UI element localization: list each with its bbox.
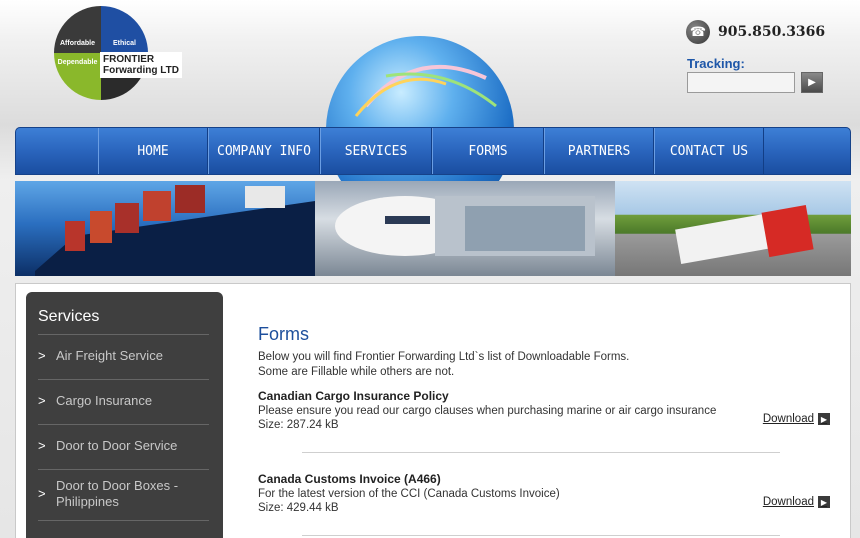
logo-name-line1: FRONTIER [103,54,155,65]
logo-quadrant-dependable: Dependable [54,53,101,100]
nav-forms[interactable]: FORMS [432,128,544,174]
download-arrow-icon[interactable]: ▶ [818,413,830,425]
sidebar-divider [38,424,209,425]
tracking-input[interactable] [687,72,795,93]
company-logo[interactable]: Affordable Ethical Dependable FRONTIER F… [54,6,182,101]
logo-quadrant-ethical: Ethical [101,6,148,53]
logo-name-line2: Forwarding LTD [103,65,179,76]
form-size: Size: 287.24 kB [258,419,339,431]
download-arrow-icon[interactable]: ▶ [818,496,830,508]
banner-container-ship [15,181,315,276]
page-title: Forms [258,324,309,344]
chevron-right-icon: > [38,393,46,408]
chevron-right-icon: > [38,348,46,363]
sidebar-item-door-to-door[interactable]: > Door to Door Service [38,438,208,456]
form-description: Please ensure you read our cargo clauses… [258,405,717,417]
logo-quadrant-affordable: Affordable [54,6,101,53]
sidebar-divider [38,334,209,335]
chevron-right-icon: > [38,438,46,453]
nav-company-info[interactable]: COMPANY INFO [208,128,320,174]
download-link[interactable]: Download ▶ [763,413,830,425]
sidebar-item-label: Door to Door Boxes - Philippines [56,478,179,509]
sidebar-item-label: Cargo Insurance [56,393,153,408]
logo-company-name: FRONTIER Forwarding LTD [100,52,182,78]
chevron-right-icon: > [38,486,46,501]
sidebar-item-air-freight[interactable]: > Air Freight Service [38,348,208,366]
banner-truck [615,181,851,276]
form-size: Size: 429.44 kB [258,502,339,514]
sidebar-divider [38,379,209,380]
intro-line: Some are Fillable while others are not. [258,366,455,378]
phone-contact: ☎ 905.850.3366 [686,20,825,44]
sidebar-item-cargo-insurance[interactable]: > Cargo Insurance [38,393,208,411]
nav-services[interactable]: SERVICES [320,128,432,174]
banner-airplane [315,181,615,276]
globe-routes-graphic [354,64,497,117]
tracking-submit-button[interactable]: ▶ [801,72,823,93]
form-divider [302,452,780,453]
tracking-label: Tracking: [687,56,745,71]
play-arrow-icon: ▶ [808,77,816,88]
download-label: Download [762,413,814,425]
ship-graphic [35,185,315,276]
nav-contact-us[interactable]: CONTACT US [654,128,764,174]
sidebar-title: Services [38,308,100,325]
form-description: For the latest version of the CCI (Canad… [258,488,560,500]
sidebar-item-door-to-door-boxes[interactable]: > Door to Door Boxes - Philippines [38,478,208,512]
nav-partners[interactable]: PARTNERS [544,128,654,174]
sidebar-item-label: Air Freight Service [56,348,163,363]
download-label: Download [762,496,814,508]
hero-banner [15,181,851,276]
phone-icon: ☎ [686,20,710,44]
sidebar-divider [38,469,209,470]
form-title: Canadian Cargo Insurance Policy [258,389,449,403]
intro-line: Below you will find Frontier Forwarding … [258,351,630,363]
form-entry: Canadian Cargo Insurance Policy Please e… [258,389,830,431]
form-divider [302,535,780,536]
truck-graphic [675,204,814,265]
sidebar-item-label: Door to Door Service [56,438,178,453]
form-entry: Canada Customs Invoice (A466) For the la… [258,472,830,514]
form-title: Canada Customs Invoice (A466) [258,472,441,486]
nav-home[interactable]: HOME [98,128,208,174]
airplane-graphic [335,196,595,256]
intro-text: Below you will find Frontier Forwarding … [258,350,629,380]
main-nav: HOME COMPANY INFO SERVICES FORMS PARTNER… [15,127,851,175]
sidebar-divider [38,520,209,521]
download-link[interactable]: Download ▶ [763,496,830,508]
services-sidebar: Services > Air Freight Service > Cargo I… [26,292,223,538]
phone-number: 905.850.3366 [718,24,826,40]
